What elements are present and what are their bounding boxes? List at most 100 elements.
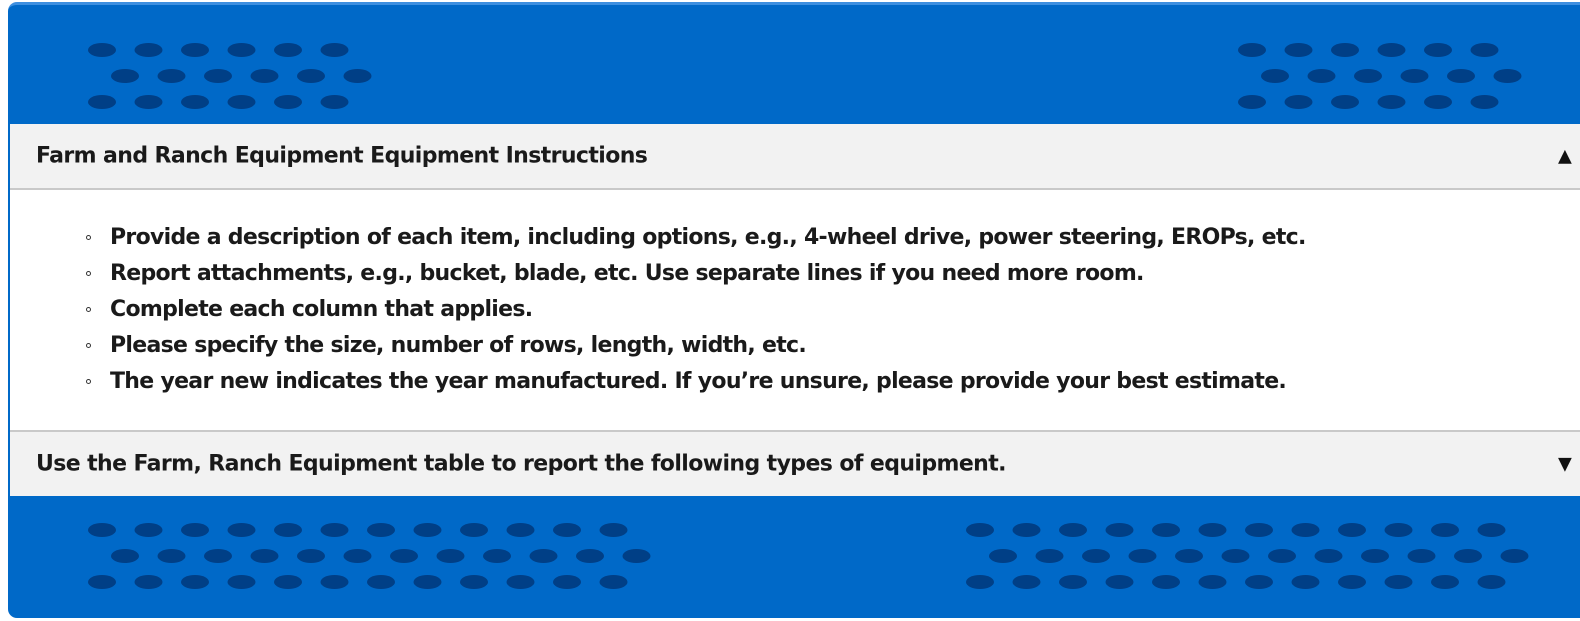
vent-hole: [1331, 43, 1359, 57]
vent-hole: [297, 549, 325, 563]
vent-hole: [1245, 523, 1273, 537]
bullet-icon: [86, 379, 91, 384]
vent-hole: [181, 575, 209, 589]
vent-hole: [1431, 575, 1459, 589]
list-item: Complete each column that applies.: [84, 292, 1306, 328]
vent-hole: [1377, 43, 1406, 57]
vent-hole: [367, 523, 395, 537]
vent-hole: [1105, 523, 1134, 537]
vent-hole: [320, 523, 349, 537]
vent-hole: [1035, 549, 1064, 563]
accordion-header-instructions[interactable]: Farm and Ranch Equipment Equipment Instr…: [10, 124, 1580, 190]
vent-hole: [1152, 523, 1180, 537]
vent-hole: [274, 523, 302, 537]
vent-hole: [88, 95, 116, 109]
list-item-text: Complete each column that applies.: [110, 297, 533, 322]
vent-hole: [1198, 523, 1227, 537]
accordion-body-instructions: Provide a description of each item, incl…: [10, 190, 1580, 430]
vent-hole: [1424, 43, 1452, 57]
vent-hole: [134, 95, 163, 109]
vent-hole: [1331, 95, 1359, 109]
vent-hole: [576, 549, 604, 563]
vent-hole: [320, 43, 349, 57]
vent-hole: [1477, 523, 1506, 537]
vent-hole: [1377, 95, 1406, 109]
vent-hole: [1361, 549, 1389, 563]
list-item-text: Please specify the size, number of rows,…: [110, 333, 807, 358]
vent-hole: [1238, 43, 1266, 57]
vent-hole: [1500, 549, 1529, 563]
vent-hole: [274, 95, 302, 109]
vent-hole: [1470, 43, 1499, 57]
caret-up-icon[interactable]: ▲: [1558, 146, 1572, 167]
vent-hole: [1477, 575, 1506, 589]
vent-hole: [343, 549, 372, 563]
vent-hole: [1221, 549, 1250, 563]
vent-hole: [320, 95, 349, 109]
vent-hole: [1431, 523, 1459, 537]
vent-hole: [1284, 43, 1313, 57]
bottom-decorative-band: [8, 500, 1580, 618]
vent-hole: [1384, 575, 1413, 589]
top-decorative-band: [8, 5, 1580, 127]
caret-down-icon[interactable]: ▼: [1558, 454, 1572, 475]
vent-hole: [483, 549, 511, 563]
vent-hole: [390, 549, 418, 563]
vent-hole: [88, 43, 116, 57]
vent-hole: [529, 549, 558, 563]
vent-hole: [1354, 69, 1382, 83]
vent-hole: [204, 69, 232, 83]
vent-hole: [460, 575, 488, 589]
vent-hole: [436, 549, 465, 563]
bullet-icon: [86, 307, 91, 312]
vent-hole: [181, 95, 209, 109]
vent-hole: [1128, 549, 1157, 563]
vent-hole: [1059, 523, 1087, 537]
vent-hole: [1400, 69, 1429, 83]
list-item: Please specify the size, number of rows,…: [84, 328, 1306, 364]
bullet-icon: [86, 343, 91, 348]
vent-hole: [1245, 575, 1273, 589]
vent-hole: [1268, 549, 1296, 563]
vent-hole: [506, 575, 535, 589]
vent-hole: [1284, 95, 1313, 109]
vent-hole: [111, 69, 139, 83]
vent-hole: [157, 549, 186, 563]
vent-hole: [88, 575, 116, 589]
vent-hole: [157, 69, 186, 83]
vent-hole: [1198, 575, 1227, 589]
vent-hole: [460, 523, 488, 537]
vent-hole: [622, 549, 651, 563]
bullet-icon: [86, 271, 91, 276]
vent-hole: [111, 549, 139, 563]
vent-hole: [599, 575, 628, 589]
vent-hole: [413, 575, 442, 589]
vent-hole: [134, 575, 163, 589]
accordion-title: Use the Farm, Ranch Equipment table to r…: [36, 451, 1006, 477]
instructions-list: Provide a description of each item, incl…: [84, 220, 1306, 400]
vent-holes-pattern: [88, 523, 651, 589]
vent-hole: [1012, 523, 1041, 537]
list-item-text: The year new indicates the year manufact…: [110, 369, 1287, 394]
vent-hole: [1384, 523, 1413, 537]
vent-hole: [1261, 69, 1289, 83]
vent-hole: [88, 523, 116, 537]
vent-hole: [250, 69, 279, 83]
vent-hole: [227, 523, 256, 537]
vent-hole: [966, 523, 994, 537]
vent-hole: [966, 575, 994, 589]
vent-hole: [1238, 95, 1266, 109]
vent-hole: [204, 549, 232, 563]
vent-hole: [1314, 549, 1343, 563]
vent-hole: [989, 549, 1017, 563]
accordion-title: Farm and Ranch Equipment Equipment Instr…: [36, 143, 648, 169]
list-item-text: Provide a description of each item, incl…: [110, 225, 1306, 250]
instructions-accordion: Farm and Ranch Equipment Equipment Instr…: [10, 124, 1580, 496]
vent-hole: [320, 575, 349, 589]
vent-hole: [134, 43, 163, 57]
vent-hole: [1447, 69, 1475, 83]
vent-hole: [1291, 575, 1320, 589]
vent-hole: [274, 575, 302, 589]
vent-hole: [227, 575, 256, 589]
accordion-header-equipment-types[interactable]: Use the Farm, Ranch Equipment table to r…: [10, 430, 1580, 496]
